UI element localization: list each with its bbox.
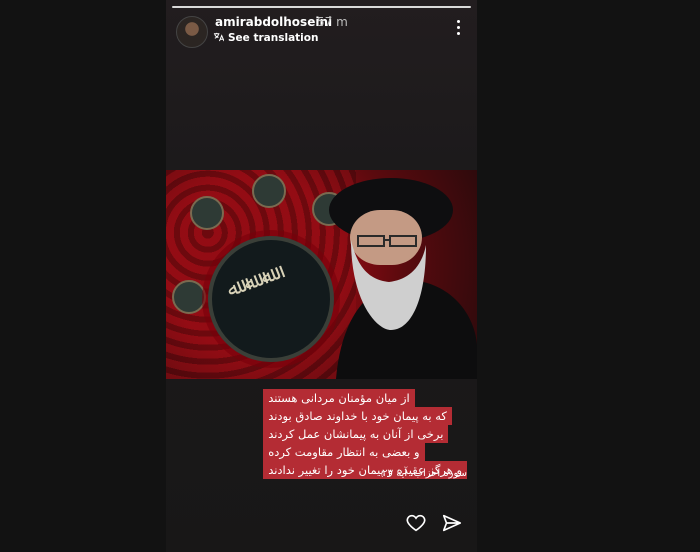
caption-line: که به پیمان خود با خداوند صادق بودند xyxy=(263,407,452,425)
username[interactable]: amirabdolhoseini xyxy=(215,15,332,29)
story-image: ﷲ ﷲ ﷲ xyxy=(166,170,477,379)
verse-source: سوره احزاب، آیه ۲۳ xyxy=(382,468,467,479)
translate-icon xyxy=(213,31,225,45)
see-translation-link[interactable]: See translation xyxy=(213,31,318,45)
see-translation-label: See translation xyxy=(228,32,319,44)
caption-line: برخی از آنان به پیمانشان عمل کردند xyxy=(263,425,449,443)
send-icon[interactable] xyxy=(441,512,463,538)
caption-line: و بعضی به انتظار مقاومت کرده xyxy=(263,443,425,461)
story-viewer: amirabdolhoseini 57 m See translation ﷲ … xyxy=(166,0,477,552)
avatar[interactable] xyxy=(176,16,208,48)
caption-line: از میان مؤمنان مردانی هستند xyxy=(263,389,415,407)
heart-icon[interactable] xyxy=(405,512,427,538)
story-actions xyxy=(405,512,463,538)
caption-overlay: از میان مؤمنان مردانی هستند که به پیمان … xyxy=(263,389,467,479)
portrait xyxy=(329,178,477,379)
story-progress-bar xyxy=(172,6,471,8)
post-time: 57 m xyxy=(317,15,348,29)
more-options-icon[interactable] xyxy=(457,20,461,36)
